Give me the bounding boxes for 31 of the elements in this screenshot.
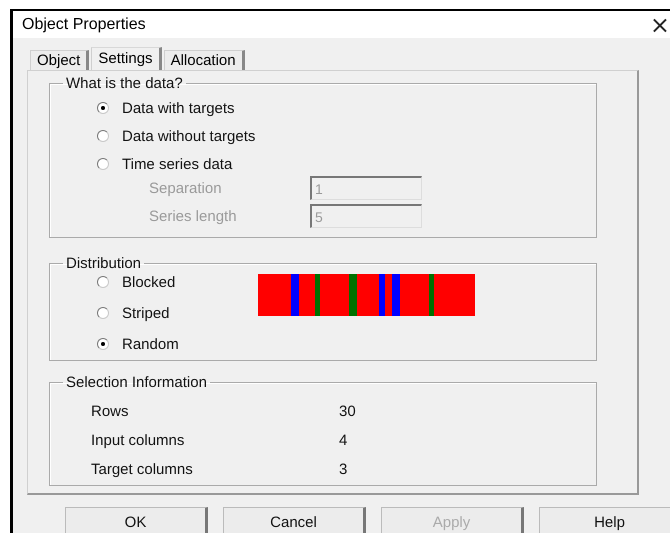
radio-button[interactable] [97,307,109,319]
radio-button[interactable] [97,130,109,142]
radio-label[interactable]: Data without targets [122,128,256,144]
info-label: Rows [91,403,130,420]
radio-label[interactable]: Random [122,336,179,352]
radio-button[interactable] [97,276,109,288]
radio-label[interactable]: Blocked [122,274,176,290]
tab[interactable]: Settings [91,47,162,70]
field-label: Series length [149,208,238,224]
radio-button[interactable] [97,158,109,170]
field-label: Separation [149,180,223,196]
info-value: 30 [339,403,356,420]
group-title: What is the data? [65,75,184,92]
info-label: Target columns [91,461,194,478]
group-title: Selection Information [65,374,208,391]
tab[interactable]: Object [30,50,90,70]
tab[interactable]: Allocation [164,50,245,70]
close-button[interactable]: × [648,12,670,36]
radio-label[interactable]: Time series data [122,156,232,172]
radio-button[interactable] [97,102,109,114]
radio-button[interactable] [97,338,109,350]
radio-label[interactable]: Striped [122,304,170,322]
dialog-button[interactable]: Help [539,507,670,533]
dialog-button[interactable]: OK [65,507,208,533]
info-value: 4 [339,432,348,449]
radio-label[interactable]: Data with targets [122,100,235,116]
group-title: Distribution [65,255,142,272]
info-value: 3 [339,461,348,478]
window-title: Object Properties [22,16,146,34]
dialog-button[interactable]: Cancel [223,507,366,533]
info-label: Input columns [91,432,186,449]
